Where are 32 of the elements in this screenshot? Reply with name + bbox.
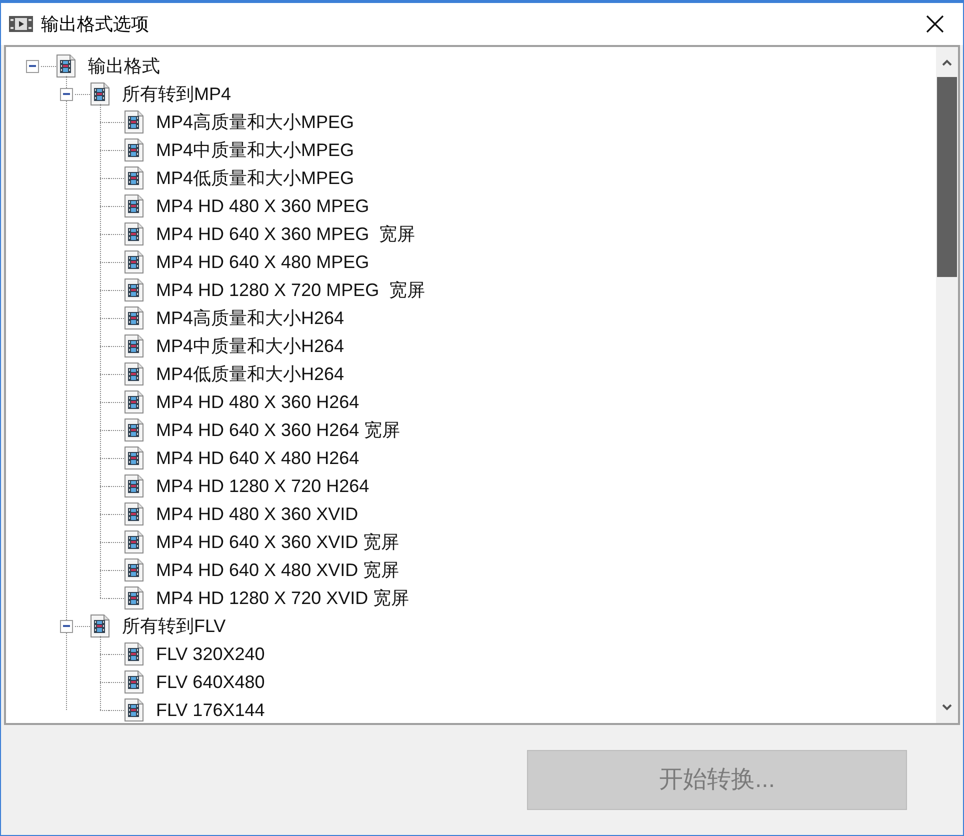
tree-item[interactable]: MP4 HD 640 X 360 H264 宽屏 xyxy=(156,421,400,439)
scrollbar-thumb[interactable] xyxy=(937,77,957,277)
tree-item[interactable]: MP4 HD 480 X 360 MPEG xyxy=(156,197,370,215)
collapse-toggle[interactable] xyxy=(60,620,72,632)
tree-item[interactable]: MP4低质量和大小H264 xyxy=(156,365,344,383)
tree-item[interactable]: MP4 HD 1280 X 720 H264 xyxy=(156,477,370,495)
tree-item[interactable]: FLV 640X480 xyxy=(156,673,265,691)
tree-item[interactable]: MP4 HD 1280 X 720 MPEG 宽屏 xyxy=(156,281,426,299)
collapse-toggle[interactable] xyxy=(60,88,72,100)
tree-item[interactable]: MP4高质量和大小H264 xyxy=(156,309,344,327)
tree-item[interactable]: 所有转到FLV xyxy=(122,617,226,635)
tree-item[interactable]: FLV 176X144 xyxy=(156,701,265,719)
tree-item[interactable]: 所有转到MP4 xyxy=(122,85,232,103)
tree-item[interactable]: MP4 HD 640 X 480 H264 xyxy=(156,449,360,467)
window-title: 输出格式选项 xyxy=(41,12,149,36)
tree-item[interactable]: MP4 HD 480 X 360 XVID xyxy=(156,505,358,523)
close-icon xyxy=(926,15,944,33)
tree-item[interactable]: MP4中质量和大小MPEG xyxy=(156,141,354,159)
tree-item[interactable]: MP4 HD 1280 X 720 XVID 宽屏 xyxy=(156,589,410,607)
tree-item[interactable]: MP4中质量和大小H264 xyxy=(156,337,344,355)
tree-item[interactable]: MP4 HD 480 X 360 H264 xyxy=(156,393,360,411)
tree-item[interactable]: 输出格式 xyxy=(88,57,160,75)
tree-item[interactable]: MP4低质量和大小MPEG xyxy=(156,169,354,187)
tree-item[interactable]: MP4 HD 640 X 480 XVID 宽屏 xyxy=(156,561,400,579)
tree-item[interactable]: FLV 320X240 xyxy=(156,645,265,663)
collapse-toggle[interactable] xyxy=(26,60,38,72)
tree-item[interactable]: MP4高质量和大小MPEG xyxy=(156,113,354,131)
scrollbar[interactable] xyxy=(936,47,958,723)
tree-item[interactable]: MP4 HD 640 X 360 XVID 宽屏 xyxy=(156,533,400,551)
tree-item[interactable]: MP4 HD 640 X 480 MPEG xyxy=(156,253,370,271)
tree-item[interactable]: MP4 HD 640 X 360 MPEG 宽屏 xyxy=(156,225,416,243)
film-icon xyxy=(9,16,33,32)
